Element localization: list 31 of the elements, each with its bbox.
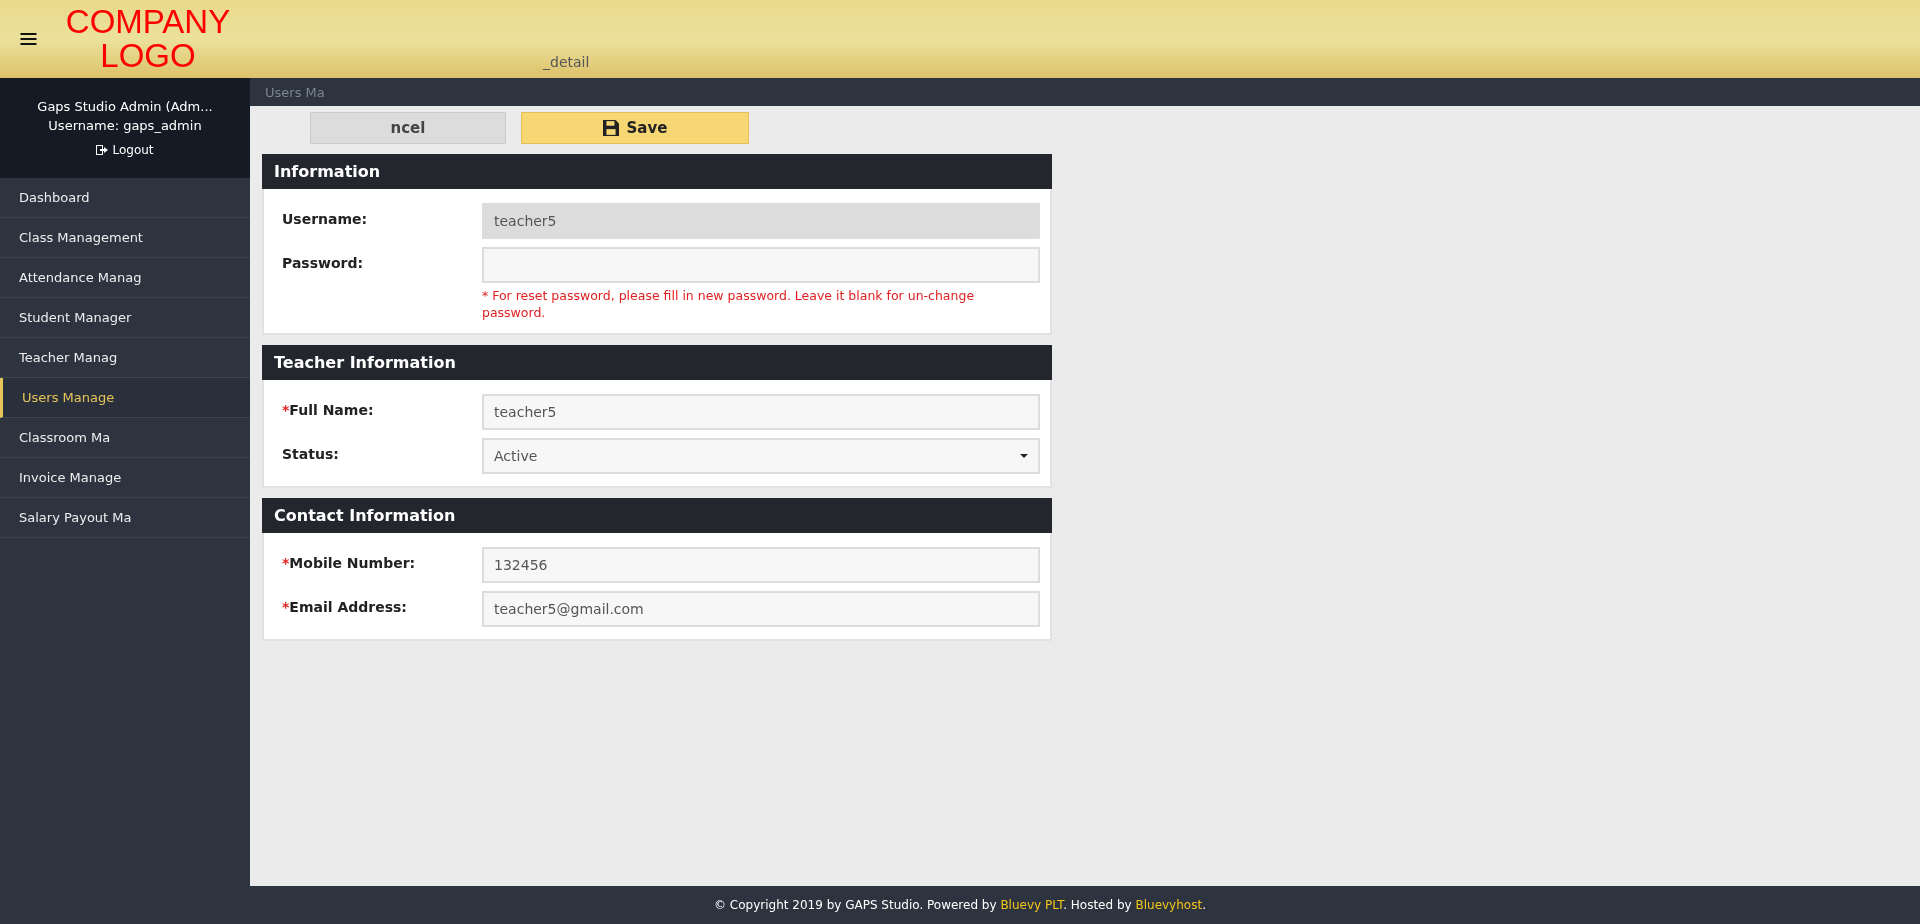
required-mark: * <box>282 555 290 573</box>
field-label: Full Name: <box>289 402 374 420</box>
username-text: Username: gaps_admin <box>48 118 202 133</box>
company-logo: COMPANY LOGO <box>64 5 232 73</box>
page-title: _detail <box>543 54 590 70</box>
cancel-button[interactable]: ncel <box>310 112 506 144</box>
section-header: Contact Information <box>262 498 1052 533</box>
copyright-text: © Copyright 2019 by GAPS Studio. Powered by Bluevy PLT. Hosted by Bluevyhost. <box>714 898 1206 912</box>
logout-link[interactable]: Logout <box>96 143 154 157</box>
field-label: Status: <box>282 446 339 464</box>
field-label: Email Address: <box>289 599 407 617</box>
input-field[interactable]: teacher5 <box>482 394 1040 430</box>
section-header: Information <box>262 154 1052 189</box>
field-label: Username: <box>282 211 368 229</box>
required-mark: * <box>282 599 290 617</box>
input-field[interactable]: 132456 <box>482 547 1040 583</box>
footer-link[interactable]: Bluevy PLT <box>1000 898 1064 912</box>
required-mark: * <box>282 402 290 420</box>
status-dropdown[interactable]: Active <box>482 438 1040 474</box>
menu-item[interactable]: Users Manage <box>0 378 250 418</box>
input-field[interactable]: teacher5@gmail.com <box>482 591 1040 627</box>
save-button[interactable]: Save <box>521 112 749 144</box>
input-field[interactable] <box>482 247 1040 283</box>
help-note: * For reset password, please fill in new password. Leave it blank for un-change password. <box>482 287 976 321</box>
logout-icon <box>96 145 109 155</box>
field-label: Password: <box>282 255 364 273</box>
caret-icon <box>1020 454 1028 458</box>
section-header: Teacher Information <box>262 345 1052 380</box>
field-label: Mobile Number: <box>289 555 416 573</box>
menu-icon[interactable] <box>20 33 37 45</box>
user-name: Gaps Studio Admin (Adm... <box>37 99 213 114</box>
